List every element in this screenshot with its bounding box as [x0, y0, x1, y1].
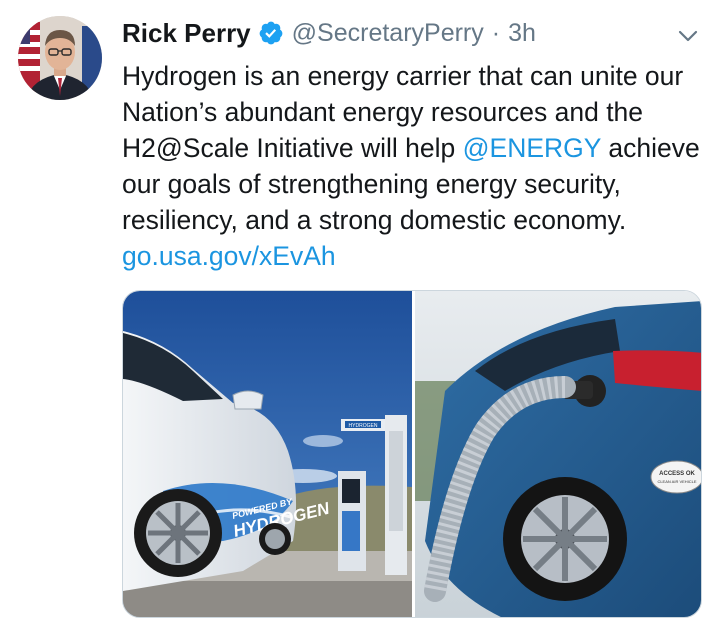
chevron-down-icon[interactable]: [676, 24, 700, 48]
author-handle[interactable]: @SecretaryPerry: [292, 19, 484, 48]
avatar[interactable]: [18, 16, 102, 100]
tweet-media[interactable]: HYDROGEN POWERED BY HYDROGEN ACCESS OK C…: [122, 290, 702, 618]
header-separator: ·: [491, 18, 501, 47]
car-decal-text: ACCESS OK: [659, 471, 695, 477]
tweet-text: Hydrogen is an energy carrier that can u…: [122, 58, 702, 274]
tweet-content: Rick Perry @SecretaryPerry · 3h Hydrogen…: [122, 14, 702, 274]
tweet-timestamp[interactable]: 3h: [508, 19, 536, 48]
author-name[interactable]: Rick Perry: [122, 18, 251, 49]
avatar-photo: [18, 16, 102, 100]
media-image-fueling-car[interactable]: ACCESS OK CLEAN AIR VEHICLE: [415, 291, 701, 617]
media-image-hydrogen-station[interactable]: HYDROGEN POWERED BY HYDROGEN: [123, 291, 412, 617]
url-link[interactable]: go.usa.gov/xEvAh: [122, 241, 336, 271]
verified-badge-icon: [258, 20, 284, 46]
car-decal-small-text: CLEAN AIR VEHICLE: [657, 479, 696, 484]
tweet-header: Rick Perry @SecretaryPerry · 3h: [122, 14, 702, 52]
mention-link[interactable]: @ENERGY: [463, 133, 601, 163]
fueling-car-photo: ACCESS OK CLEAN AIR VEHICLE: [415, 291, 701, 617]
hydrogen-station-photo: HYDROGEN POWERED BY HYDROGEN: [123, 291, 412, 617]
station-sign-text: HYDROGEN: [349, 423, 378, 429]
